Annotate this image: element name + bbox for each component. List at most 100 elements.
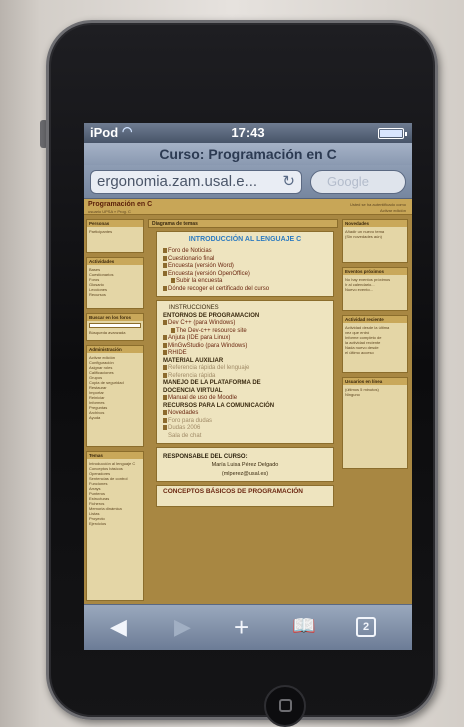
search-field[interactable]: Google (310, 170, 406, 194)
upload-icon (171, 278, 175, 283)
basics-title: CONCEPTOS BÁSICOS DE PROGRAMACIÓN (163, 488, 304, 495)
reload-icon[interactable]: ↻ (282, 171, 295, 193)
moodle-manual-link[interactable]: Manual de uso de Moodle (163, 395, 327, 403)
block-heading: Eventos próximos (343, 268, 407, 275)
pages-icon[interactable]: 2 (356, 617, 376, 637)
address-bar: ergonomia.zam.usal.e... ↻ Google (84, 165, 412, 199)
chat-room-link[interactable]: Sala de chat (163, 433, 327, 441)
site-title[interactable]: Programación en C (88, 201, 152, 208)
devcpp-link[interactable]: Dev C++ (para Windows) (163, 320, 327, 328)
rhide-link[interactable]: RHIDE (163, 350, 327, 358)
intro-section: INTRODUCCIÓN AL LENGUAJE C Foro de Notic… (156, 231, 334, 297)
forward-arrow-icon[interactable]: ▶ (174, 615, 191, 639)
block-topics: Temas Introducción al lenguaje C Concept… (86, 451, 144, 601)
block-heading: Personas (87, 220, 143, 227)
site-header: Programación en C usuario UPSA » Prog. C… (84, 199, 412, 215)
page-title: Curso: Programación en C (84, 143, 412, 165)
url-text: ergonomia.zam.usal.e... (97, 173, 258, 190)
login-info[interactable]: Usted se ha autentificado como (350, 202, 406, 207)
quiz-icon (163, 255, 167, 261)
block-link[interactable]: Participantes (89, 229, 141, 234)
block-heading: Buscar en los foros (87, 314, 143, 321)
instructions-heading: INSTRUCCIONES (169, 305, 219, 311)
bookmarks-icon[interactable]: 📖 (292, 615, 316, 639)
link-icon (163, 372, 167, 378)
right-column: Novedades Añadir un nuevo tema (Sin nove… (342, 219, 408, 473)
doubts-2006-link[interactable]: Dudas 2006 (163, 425, 327, 433)
link-icon (163, 350, 167, 355)
edit-toggle[interactable]: Activar edición (380, 208, 406, 213)
block-link[interactable]: Ejercicios (89, 521, 141, 526)
breadcrumb[interactable]: usuario UPSA » Prog. C (88, 209, 131, 214)
intro-title: INTRODUCCIÓN AL LENGUAJE C (188, 236, 302, 243)
communication-heading: RECURSOS PARA LA COMUNICACIÓN (163, 402, 275, 409)
ref-language-link[interactable]: Referencia rápida del lenguaje (163, 365, 327, 373)
ref-quick-link[interactable]: Referencia rápida (163, 372, 327, 381)
block-heading: Actividad reciente (343, 316, 407, 323)
block-forum-search: Buscar en los foros Búsqueda avanzada (86, 313, 144, 341)
forum-icon (163, 425, 167, 430)
block-link[interactable]: Nuevo evento... (345, 287, 405, 292)
forum-search-input[interactable] (89, 323, 141, 328)
platform-heading-line2: DOCENCIA VIRTUAL (163, 387, 223, 394)
web-page: Programación en C usuario UPSA » Prog. C… (84, 199, 412, 604)
forum-icon (163, 248, 167, 253)
block-link[interactable]: Ayuda (89, 415, 141, 420)
topics-heading: Diagrama de temas (148, 219, 338, 228)
clock: 17:43 (231, 125, 265, 140)
document-icon (163, 395, 167, 400)
device-screen: iPod ◠ 17:43 Curso: Programación en C er… (84, 123, 412, 650)
forum-link[interactable]: Foro de Noticias (163, 248, 327, 256)
block-heading: Actividades (87, 258, 143, 265)
certificate-link[interactable]: Dónde recoger el certificado del curso (163, 285, 327, 294)
block-link[interactable]: Recursos (89, 292, 141, 297)
anjuta-link[interactable]: Anjuta (IDE para Linux) (163, 335, 327, 343)
link-icon (163, 320, 167, 325)
block-link[interactable]: Búsqueda avanzada (89, 330, 141, 335)
document-icon (163, 270, 167, 276)
block-heading: Administración (87, 346, 143, 353)
home-square-icon (279, 699, 292, 712)
quiz-link[interactable]: Cuestionario final (163, 255, 327, 264)
add-bookmark-icon[interactable]: + (234, 614, 249, 640)
browser-toolbar: ◀ ▶ + 📖 2 (84, 604, 412, 650)
upload-survey-link[interactable]: Subir la encuesta (163, 278, 327, 286)
block-recent-activity: Actividad reciente Actividad desde la úl… (342, 315, 408, 373)
responsible-email[interactable]: (mlperez@usal.es) (163, 471, 327, 478)
environments-heading: ENTORNOS DE PROGRAMACION (163, 312, 260, 319)
block-text: el último acceso (345, 350, 374, 355)
responsible-title: RESPONSABLE DEL CURSO: (163, 454, 248, 460)
status-bar: iPod ◠ 17:43 (84, 123, 412, 143)
survey-oo-link[interactable]: Encuesta (versión OpenOffice) (163, 270, 327, 279)
block-events: Eventos próximos No hay eventos próximos… (342, 267, 408, 311)
home-button[interactable] (264, 685, 306, 727)
link-icon (171, 327, 175, 333)
link-icon (163, 365, 167, 370)
background-shadow (0, 0, 40, 727)
back-arrow-icon[interactable]: ◀ (110, 615, 127, 639)
block-online-users: Usuarios en línea (últimos 5 minutos) Ni… (342, 377, 408, 469)
block-text: Ninguno (345, 392, 360, 397)
news-forum-link[interactable]: Novedades (163, 410, 327, 418)
material-heading: MATERIAL AUXILIAR (163, 357, 224, 364)
document-icon (163, 285, 167, 291)
center-column: Diagrama de temas INTRODUCCIÓN AL LENGUA… (148, 219, 338, 507)
mingw-link[interactable]: MinGwStudio (para Windows) (163, 342, 327, 351)
block-news: Novedades Añadir un nuevo tema (Sin nove… (342, 219, 408, 263)
doubts-forum-link[interactable]: Foro para dudas (163, 417, 327, 426)
forum-icon (163, 417, 167, 423)
block-people: Personas Participantes (86, 219, 144, 253)
block-heading: Novedades (343, 220, 407, 227)
left-column: Personas Participantes Actividades Bases… (86, 219, 144, 604)
link-icon (163, 342, 167, 348)
block-administration: Administración Activar edición Configura… (86, 345, 144, 447)
url-field[interactable]: ergonomia.zam.usal.e... ↻ (90, 170, 302, 194)
link-icon (163, 335, 167, 340)
block-heading: Usuarios en línea (343, 378, 407, 385)
survey-word-link[interactable]: Encuesta (versión Word) (163, 263, 327, 271)
resources-section: INSTRUCCIONES ENTORNOS DE PROGRAMACION D… (156, 300, 334, 444)
block-heading: Temas (87, 452, 143, 459)
devcpp-resource-link[interactable]: The Dev-c++ resource site (163, 327, 327, 336)
battery-icon (378, 128, 407, 139)
responsible-name: María Luisa Pérez Delgado (211, 462, 279, 468)
